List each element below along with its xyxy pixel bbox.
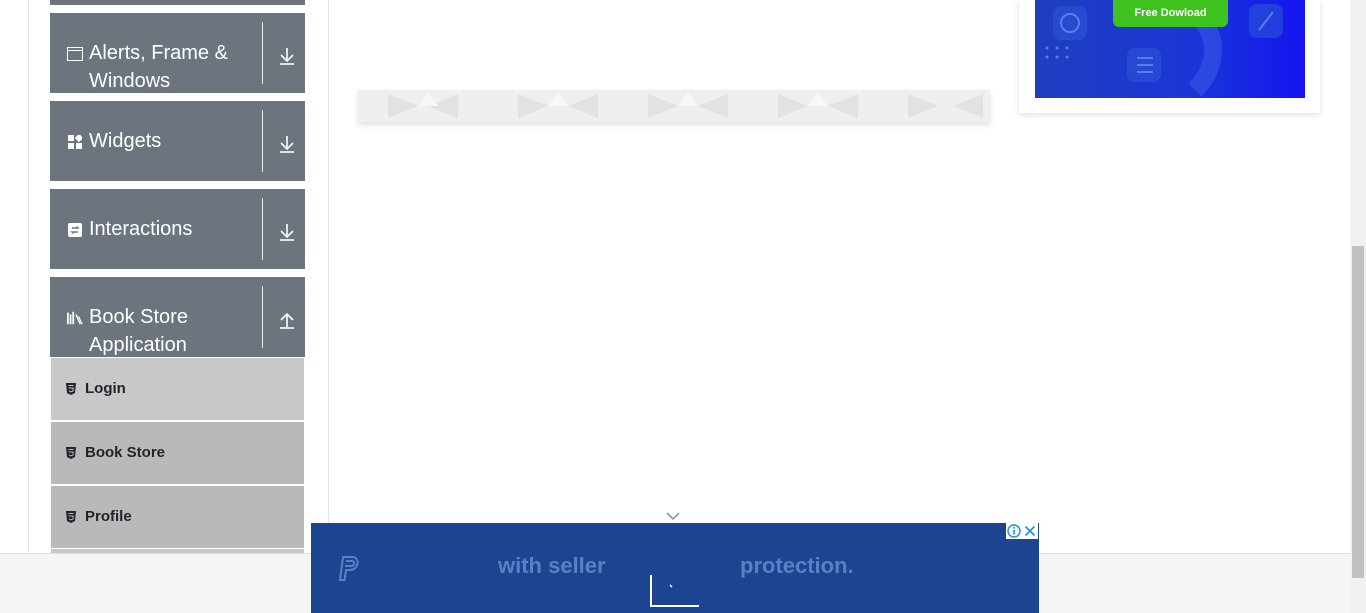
download-arrow-icon[interactable] bbox=[278, 46, 296, 66]
window-icon bbox=[67, 46, 83, 62]
ad-card[interactable]: Free Dowload bbox=[1019, 0, 1320, 113]
ad-frame-graphic bbox=[650, 575, 700, 613]
ad-image[interactable]: Free Dowload bbox=[1035, 0, 1305, 98]
scrollbar-thumb[interactable] bbox=[1352, 246, 1364, 578]
paypal-logo-icon bbox=[337, 555, 361, 588]
group-label: Widgets bbox=[89, 130, 162, 152]
sidebar-item-label: Profile bbox=[85, 508, 132, 525]
previous-group-header-edge[interactable] bbox=[50, 0, 305, 5]
download-arrow-icon[interactable] bbox=[278, 134, 296, 154]
download-arrow-icon[interactable] bbox=[278, 222, 296, 242]
group-header-interactions[interactable]: Interactions bbox=[50, 189, 305, 269]
html5-badge-icon bbox=[66, 510, 76, 523]
group-divider bbox=[262, 110, 263, 172]
group-header-book-store-application[interactable]: Book Store Application bbox=[50, 277, 305, 357]
banner-image bbox=[358, 90, 990, 122]
html5-badge-icon bbox=[66, 446, 76, 459]
sidebar-item-label: Book Store bbox=[85, 444, 166, 461]
free-download-button[interactable]: Free Dowload bbox=[1113, 0, 1228, 27]
chevron-down-icon[interactable] bbox=[664, 509, 682, 521]
sidebar-item-login[interactable]: Login bbox=[51, 358, 304, 420]
books-shelf-icon bbox=[67, 310, 83, 326]
group-label: Book Store Application bbox=[89, 306, 188, 356]
group-header-widgets[interactable]: Widgets bbox=[50, 101, 305, 181]
ad-close-icon[interactable] bbox=[1022, 523, 1038, 539]
group-divider bbox=[262, 286, 263, 348]
interactions-swap-icon bbox=[67, 222, 83, 238]
content-left-border bbox=[28, 0, 29, 553]
ad-text-right: protection. bbox=[740, 553, 854, 578]
widgets-grid-icon bbox=[67, 134, 83, 150]
ad-text-left: with seller bbox=[498, 553, 606, 578]
sidebar-item-profile[interactable]: Profile bbox=[51, 486, 304, 548]
sidebar-right-border bbox=[328, 0, 329, 553]
sidebar-item-book-store[interactable]: Book Store bbox=[51, 422, 304, 484]
sidebar-item-label: Login bbox=[85, 380, 126, 397]
bottom-ad-banner[interactable]: with seller protection. bbox=[311, 523, 1039, 613]
group-divider bbox=[262, 22, 263, 84]
group-label: Alerts, Frame & Windows bbox=[89, 42, 228, 92]
ad-info-icon[interactable] bbox=[1006, 523, 1022, 539]
group-label: Interactions bbox=[89, 218, 193, 240]
group-header-alerts-frame-windows[interactable]: Alerts, Frame & Windows bbox=[50, 13, 305, 93]
upload-arrow-icon[interactable] bbox=[278, 310, 296, 330]
html5-badge-icon bbox=[66, 382, 76, 395]
group-divider bbox=[262, 198, 263, 260]
